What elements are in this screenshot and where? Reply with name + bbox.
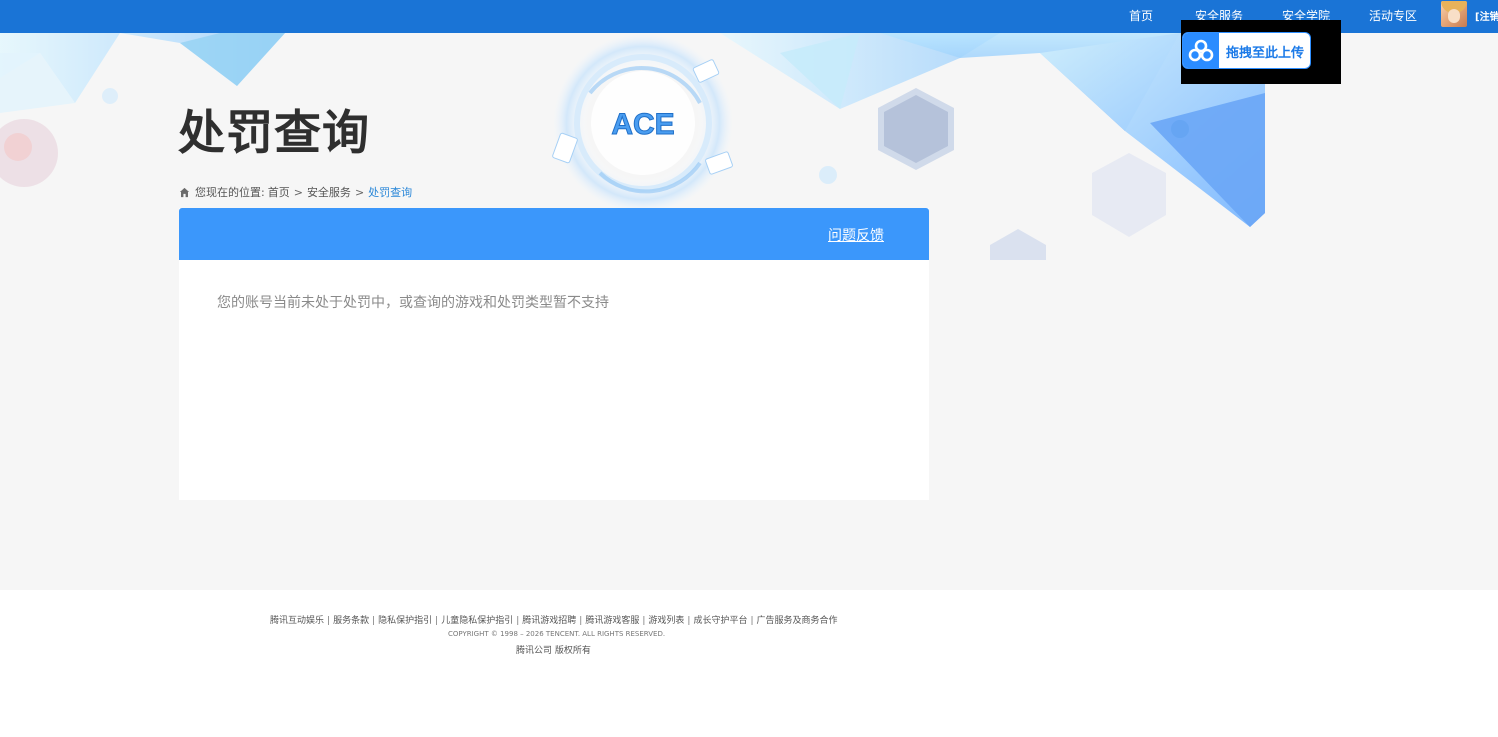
drag-upload-button[interactable]: 拖拽至此上传	[1182, 32, 1311, 69]
company-text: 腾讯公司 版权所有	[516, 646, 591, 656]
card-header: 问题反馈	[179, 208, 929, 260]
footer-links: 腾讯互动娱乐 | 服务条款 | 隐私保护指引 | 儿童隐私保护指引 | 腾讯游戏招聘 | 腾讯游戏客…	[270, 616, 838, 626]
upload-label: 拖拽至此上传	[1226, 46, 1305, 61]
avatar-face	[1448, 9, 1460, 23]
user-avatar[interactable]	[1441, 1, 1467, 27]
breadcrumb-home[interactable]: 首页	[268, 184, 290, 200]
footer-link-privacy[interactable]: 隐私保护指引	[378, 616, 432, 626]
nav-item-home[interactable]: 首页	[1129, 7, 1153, 24]
footer-link-growth-guard[interactable]: 成长守护平台	[693, 616, 747, 626]
logout-link[interactable]: [注销]	[1475, 8, 1498, 23]
breadcrumb-separator: >	[354, 185, 365, 199]
cloud-upload-icon	[1183, 33, 1219, 68]
svg-text:ACE: ACE	[611, 108, 674, 141]
footer-link-child-privacy[interactable]: 儿童隐私保护指引	[441, 616, 513, 626]
footer-link-ads-business[interactable]: 广告服务及商务合作	[757, 616, 838, 626]
breadcrumb: 您现在的位置: 首页 > 安全服务 > 处罚查询	[179, 184, 412, 200]
footer: 腾讯互动娱乐 | 服务条款 | 隐私保护指引 | 儿童隐私保护指引 | 腾讯游戏招聘 | 腾讯游戏客…	[0, 590, 1498, 737]
footer-link-careers[interactable]: 腾讯游戏招聘	[522, 616, 576, 626]
no-penalty-message: 您的账号当前未处于处罚中，或查询的游戏和处罚类型暂不支持	[217, 295, 609, 311]
feedback-link[interactable]: 问题反馈	[828, 225, 884, 245]
page-title: 处罚查询	[178, 106, 370, 161]
footer-link-terms[interactable]: 服务条款	[333, 616, 369, 626]
upload-overlay: 拖拽至此上传	[1181, 20, 1341, 84]
copyright-text: COPYRIGHT © 1998 – 2026 TENCENT. ALL RIG…	[448, 630, 666, 638]
home-icon	[179, 187, 190, 197]
footer-link-support[interactable]: 腾讯游戏客服	[585, 616, 639, 626]
result-card: 问题反馈 您的账号当前未处于处罚中，或查询的游戏和处罚类型暂不支持	[179, 208, 929, 500]
footer-link-tencent-entertainment[interactable]: 腾讯互动娱乐	[270, 616, 324, 626]
footer-link-game-list[interactable]: 游戏列表	[648, 616, 684, 626]
nav-item-activity-zone[interactable]: 活动专区	[1369, 7, 1417, 24]
breadcrumb-separator: >	[293, 185, 303, 199]
ace-logo: ACE	[611, 108, 675, 142]
breadcrumb-security-service[interactable]: 安全服务	[307, 184, 351, 200]
breadcrumb-prefix: 您现在的位置:	[195, 186, 265, 199]
breadcrumb-current: 处罚查询	[368, 186, 413, 199]
